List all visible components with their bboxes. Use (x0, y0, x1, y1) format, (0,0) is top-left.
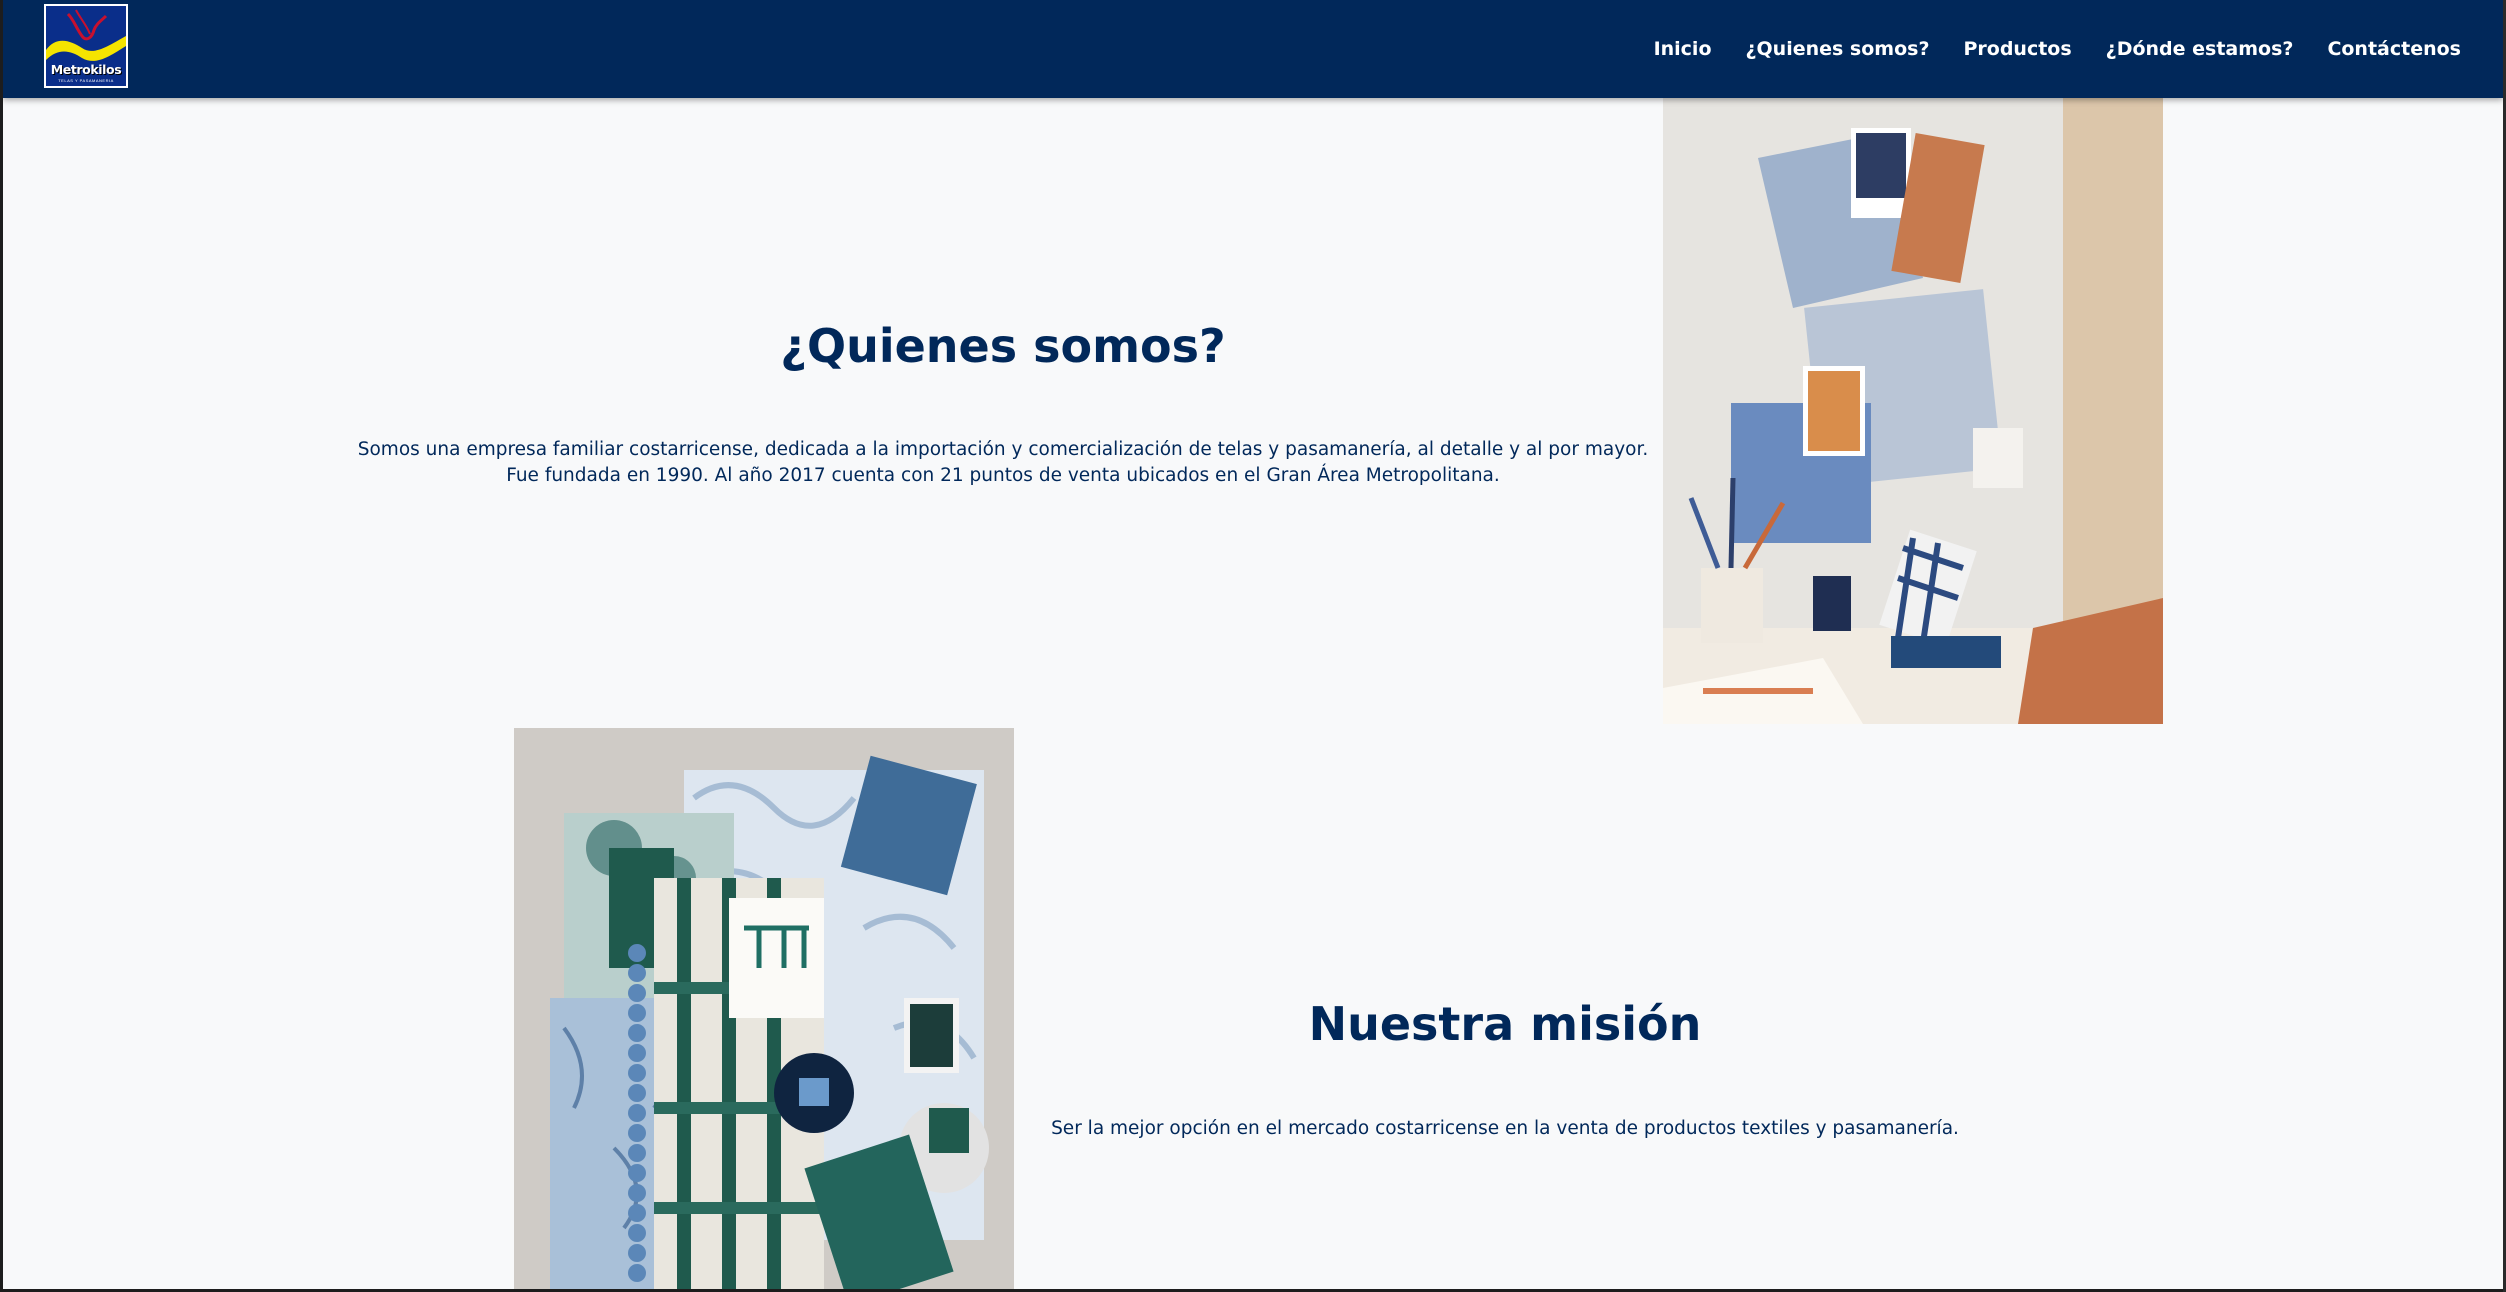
metrokilos-logo[interactable]: Metrokilos TELAS Y PASAMANERIA (44, 4, 128, 88)
nav-link-contactenos[interactable]: Contáctenos (2327, 38, 2461, 60)
about-text-line-2: Fue fundada en 1990. Al año 2017 cuenta … (506, 465, 1500, 486)
about-moodboard-photo (1663, 98, 2163, 724)
mission-title: Nuestra misión (1308, 997, 1702, 1051)
nav-link-donde-estamos[interactable]: ¿Dónde estamos? (2106, 38, 2294, 60)
nav-link-inicio[interactable]: Inicio (1654, 38, 1712, 60)
nav-link-productos[interactable]: Productos (1963, 38, 2071, 60)
page: Metrokilos TELAS Y PASAMANERIA Inicio ¿Q… (3, 0, 2503, 1289)
mission-moodboard-photo (514, 728, 1014, 1289)
main-nav: Inicio ¿Quienes somos? Productos ¿Dónde … (1654, 0, 2461, 98)
about-text-line-1: Somos una empresa familiar costarricense… (357, 439, 1649, 460)
logo-wordmark: Metrokilos (50, 62, 122, 77)
top-navbar: Metrokilos TELAS Y PASAMANERIA Inicio ¿Q… (3, 0, 2503, 98)
mission-text: Ser la mejor opción en el mercado costar… (1051, 1118, 1959, 1139)
nav-link-quienes-somos[interactable]: ¿Quienes somos? (1746, 38, 1930, 60)
about-title: ¿Quienes somos? (780, 319, 1226, 373)
logo-tagline: TELAS Y PASAMANERIA (58, 78, 114, 83)
